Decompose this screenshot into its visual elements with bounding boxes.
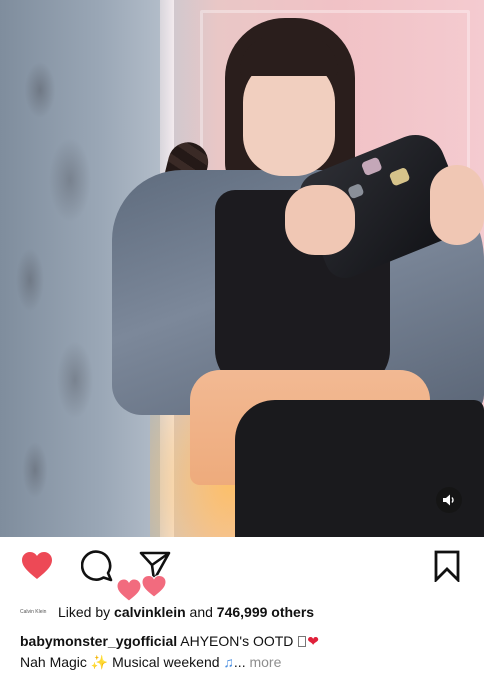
liker-avatar[interactable]: Calvin Klein — [20, 600, 46, 624]
comment-button[interactable] — [80, 549, 114, 583]
caption-line-2: Nah Magic ✨ Musical weekend ♫... more — [20, 652, 475, 673]
more-link[interactable]: more — [249, 654, 281, 670]
liker-username[interactable]: calvinklein — [114, 604, 186, 620]
caption-text: AHYEON's OOTD — [177, 633, 298, 649]
save-button[interactable] — [430, 549, 464, 583]
bookmark-icon — [434, 550, 460, 582]
hand — [430, 165, 484, 245]
hand — [285, 185, 355, 255]
post-caption: babymonster_ygofficial AHYEON's OOTD ❤ N… — [20, 631, 475, 673]
likes-count[interactable]: 746,999 others — [217, 604, 314, 620]
bangs — [240, 36, 338, 76]
caption-line-1: babymonster_ygofficial AHYEON's OOTD ❤ — [20, 631, 475, 652]
like-button[interactable] — [20, 549, 54, 583]
caption-text: Musical weekend — [108, 654, 224, 670]
sound-toggle-button[interactable] — [436, 487, 462, 513]
likes-text: Liked by calvinklein and 746,999 others — [58, 604, 314, 620]
bag-charm — [347, 182, 365, 200]
likes-prefix: Liked by — [58, 604, 115, 620]
post-action-bar — [0, 537, 484, 597]
floating-hearts — [116, 575, 168, 603]
avatar-logo-text: Calvin Klein — [20, 609, 47, 615]
red-heart-icon: ❤ — [307, 633, 320, 649]
heart-icon — [116, 575, 167, 602]
bag-charm — [360, 156, 383, 177]
caption-ellipsis: ... — [233, 654, 250, 670]
black-skirt — [235, 400, 484, 537]
post-media-video[interactable] — [0, 0, 484, 537]
heart-filled-icon — [22, 552, 52, 579]
bag-charm — [388, 166, 411, 187]
caption-username[interactable]: babymonster_ygofficial — [20, 633, 177, 649]
comment-bubble-icon — [81, 550, 113, 582]
speaker-icon — [443, 494, 454, 506]
likes-conjunction: and — [185, 604, 217, 620]
sparkles-icon: ✨ — [90, 654, 109, 670]
unrendered-emoji-icon — [298, 636, 307, 647]
music-notes-icon: ♫ — [223, 654, 234, 670]
likes-summary[interactable]: Calvin Klein Liked by calvinklein and 74… — [20, 600, 314, 624]
person-figure — [0, 0, 484, 537]
caption-text: Nah Magic — [20, 654, 91, 670]
